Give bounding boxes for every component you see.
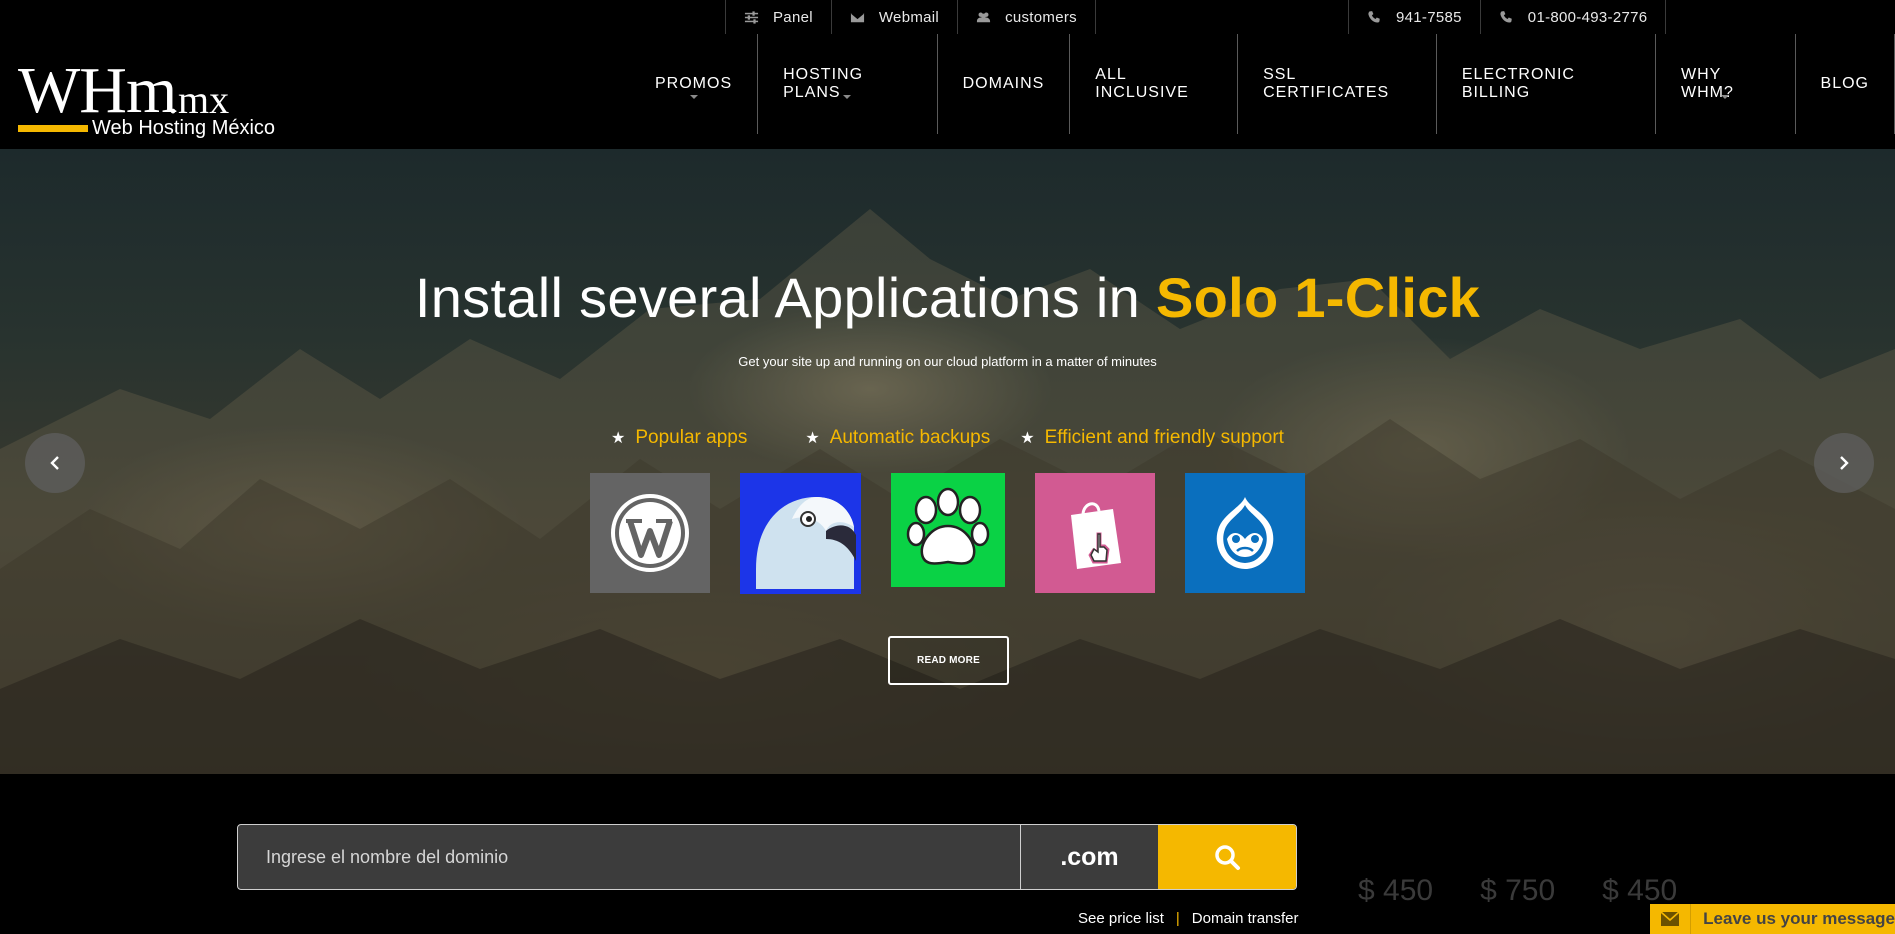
feature-label: Popular apps [635, 427, 748, 448]
chevron-down-icon [1721, 95, 1730, 99]
main-nav: PROMOS HOSTING PLANS DOMAINS ALL INCLUSI… [630, 34, 1895, 134]
site-logo[interactable]: WHm .mx Web Hosting México [18, 58, 278, 143]
feature-label: Efficient and friendly support [1044, 427, 1284, 448]
phone-local-link[interactable]: 941-7585 [1348, 0, 1480, 34]
phone-icon [1368, 10, 1380, 22]
hero-title-accent: Solo 1-Click [1155, 266, 1481, 329]
logo-subtitle: Web Hosting México [92, 117, 276, 139]
nav-promos[interactable]: PROMOS [630, 34, 759, 134]
price-value: $ 450 [1358, 874, 1434, 907]
hero-subtitle: Get your site up and running on our clou… [738, 354, 1157, 369]
domain-search-input[interactable] [238, 825, 1020, 889]
envelope-icon [1650, 904, 1692, 934]
nav-hosting-plans[interactable]: HOSTING PLANS [758, 34, 938, 134]
sliders-icon [744, 10, 759, 24]
chevron-down-icon [843, 95, 852, 99]
paw-icon [906, 487, 990, 565]
webmail-link[interactable]: Webmail [830, 0, 957, 34]
feature-item: ★ Automatic backups [805, 427, 990, 449]
nav-why-whm[interactable]: WHY WHM? [1656, 34, 1796, 134]
feature-item: ★ Efficient and friendly support [1020, 427, 1284, 449]
domain-search-form: .com [237, 824, 1297, 890]
feature-item: ★ Popular apps [611, 427, 747, 449]
customers-link[interactable]: customers [957, 0, 1096, 34]
domain-search-button[interactable] [1158, 825, 1296, 889]
feature-label: Automatic backups [829, 427, 991, 448]
search-icon [1215, 845, 1240, 870]
search-links: See price list | Domain transfer [1078, 910, 1299, 927]
star-icon: ★ [611, 430, 626, 447]
phone-local-label: 941-7585 [1396, 8, 1462, 26]
star-icon: ★ [1020, 430, 1035, 447]
app-tile-drupal[interactable] [1185, 473, 1305, 593]
app-tile-wordpress[interactable] [590, 473, 710, 593]
logo-tld-text: .mx [168, 77, 230, 122]
hero-title: Install several Applications in Solo 1-C… [0, 265, 1895, 330]
link-separator: | [1175, 910, 1180, 927]
tld-select[interactable]: .com [1020, 825, 1158, 889]
chat-widget[interactable]: Leave us your message [1650, 904, 1895, 934]
chevron-left-icon [50, 456, 59, 470]
top-links-right: 941-7585 01-800-493-2776 [1348, 0, 1667, 34]
domain-transfer-link[interactable]: Domain transfer [1192, 910, 1299, 927]
logo-accent-bar [18, 125, 88, 132]
nav-label: DOMAINS [962, 75, 1045, 92]
drupal-icon [1216, 497, 1274, 569]
logo-main-text: WHm [18, 54, 177, 127]
parrot-icon [755, 496, 856, 589]
webmail-label: Webmail [878, 8, 940, 26]
shopping-bag-icon [1071, 502, 1121, 569]
chevron-right-icon [1840, 456, 1849, 470]
nav-blog[interactable]: BLOG [1796, 34, 1895, 134]
phone-tollfree-link[interactable]: 01-800-493-2776 [1479, 0, 1667, 34]
nav-label: ELECTRONIC BILLING [1461, 66, 1575, 101]
nav-electronic-billing[interactable]: ELECTRONIC BILLING [1437, 34, 1657, 134]
app-tile-parrot[interactable] [740, 473, 861, 594]
price-value: $ 450 [1602, 874, 1678, 907]
hero-features: ★ Popular apps ★ Automatic backups ★ Effici… [0, 427, 1895, 449]
price-preview: $ 450 $ 750 $ 450 [1358, 874, 1724, 908]
panel-link[interactable]: Panel [725, 0, 831, 34]
nav-label: PROMOS [655, 75, 733, 92]
wordpress-icon [611, 494, 689, 572]
panel-label: Panel [773, 8, 813, 26]
nav-all-inclusive[interactable]: ALL INCLUSIVE [1070, 34, 1239, 134]
nav-label: ALL INCLUSIVE [1095, 66, 1189, 101]
hero-title-main: Install several Applications in [414, 266, 1156, 329]
chat-label: Leave us your message [1703, 909, 1895, 928]
slider-prev-button[interactable] [25, 433, 85, 493]
phone-icon [1500, 10, 1512, 22]
nav-label: SSL CERTIFICATES [1263, 66, 1390, 101]
nav-ssl-certificates[interactable]: SSL CERTIFICATES [1238, 34, 1437, 134]
app-tile-paw[interactable] [891, 473, 1005, 587]
app-tile-shopping-bag[interactable] [1035, 473, 1155, 593]
users-icon [977, 12, 991, 22]
price-list-link[interactable]: See price list [1078, 910, 1164, 927]
nav-label: BLOG [1820, 75, 1869, 92]
top-links-left: Panel Webmail customers [725, 0, 1096, 34]
chevron-down-icon [689, 95, 698, 99]
nav-domains[interactable]: DOMAINS [938, 34, 1071, 134]
top-utility-bar: Panel Webmail customers 941-7585 01-800-… [0, 0, 1895, 34]
envelope-icon [850, 12, 864, 22]
app-icons-row [590, 473, 1305, 594]
star-icon: ★ [805, 430, 820, 447]
read-more-button[interactable]: READ MORE [888, 636, 1009, 685]
phone-tollfree-label: 01-800-493-2776 [1527, 8, 1648, 26]
hero-slider: Install several Applications in Solo 1-C… [0, 149, 1895, 774]
customers-label: customers [1005, 8, 1077, 26]
slider-next-button[interactable] [1814, 433, 1874, 493]
price-value: $ 750 [1480, 874, 1556, 907]
